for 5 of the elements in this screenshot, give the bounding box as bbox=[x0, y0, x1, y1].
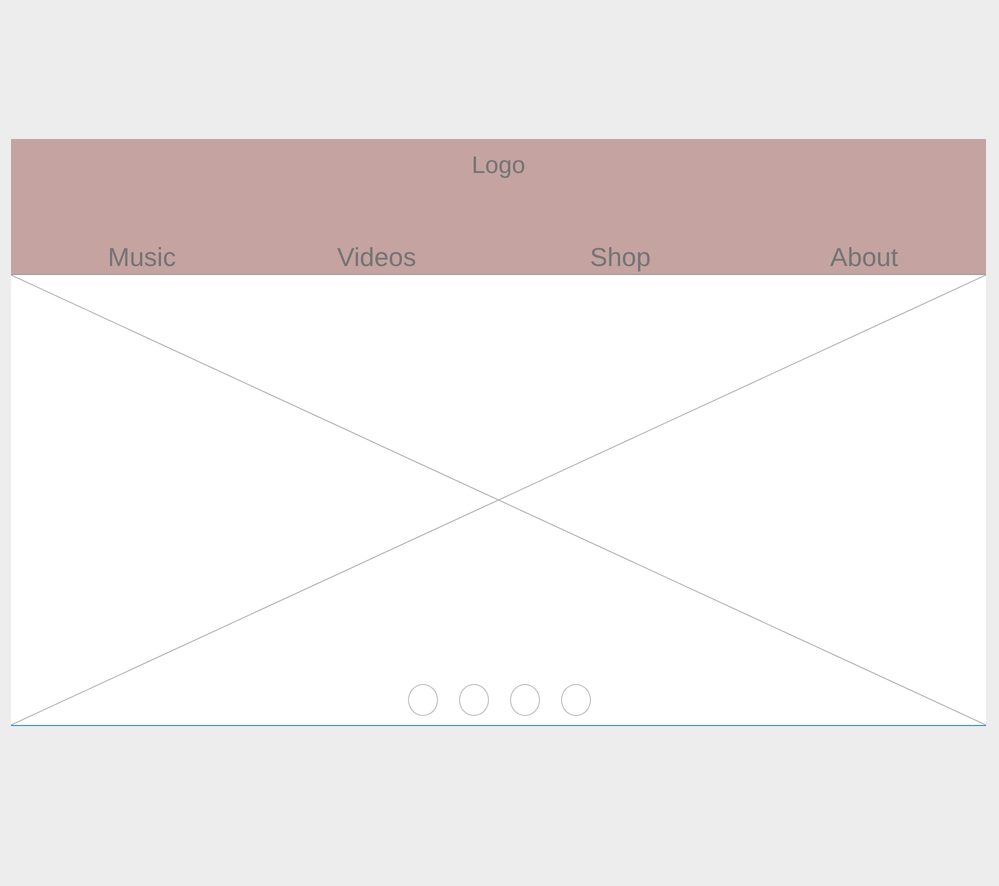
logo[interactable]: Logo bbox=[472, 152, 526, 180]
nav-link[interactable]: Music bbox=[108, 242, 176, 272]
nav-link[interactable]: Videos bbox=[337, 242, 416, 272]
nav-link[interactable]: Shop bbox=[590, 242, 651, 272]
nav-link[interactable]: About bbox=[830, 242, 898, 272]
